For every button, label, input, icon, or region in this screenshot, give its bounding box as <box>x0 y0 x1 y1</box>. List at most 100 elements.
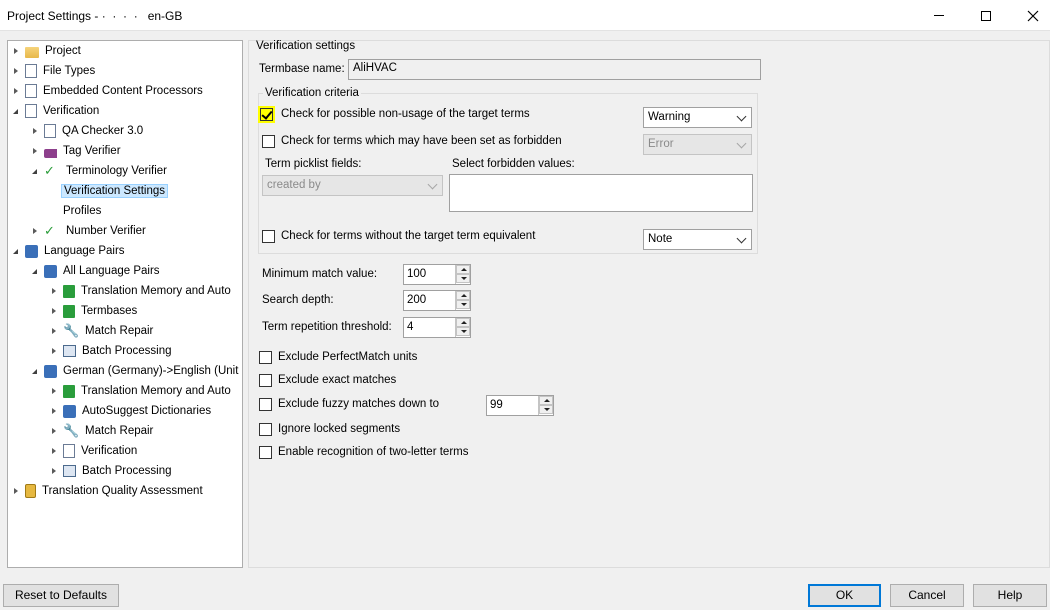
maximize-button[interactable] <box>963 0 1009 31</box>
file-types-icon <box>25 64 37 78</box>
expand-icon[interactable] <box>50 447 59 456</box>
tree-item[interactable]: Translation Memory and Auto <box>50 282 233 300</box>
project-folder-icon <box>25 47 39 58</box>
check-forbidden-checkbox[interactable] <box>262 135 275 148</box>
fuzzy-threshold-stepper[interactable]: 99 <box>486 395 554 416</box>
tree-item[interactable]: ✓ Number Verifier <box>31 222 148 240</box>
decrement-button[interactable] <box>456 300 470 309</box>
increment-button[interactable] <box>456 291 470 300</box>
repetition-stepper[interactable]: 4 <box>403 317 471 338</box>
tree-item-label: Batch Processing <box>82 465 172 477</box>
exclude-perfect-label: Exclude PerfectMatch units <box>278 351 418 363</box>
tree-item[interactable]: Verification <box>12 102 101 120</box>
tree-item[interactable]: Profiles <box>50 202 103 220</box>
collapse-icon[interactable] <box>31 167 40 176</box>
tree-item[interactable]: AutoSuggest Dictionaries <box>50 402 213 420</box>
expand-icon[interactable] <box>12 67 21 76</box>
expand-icon[interactable] <box>50 327 59 336</box>
help-button[interactable]: Help <box>973 584 1047 607</box>
close-button[interactable] <box>1010 0 1050 31</box>
expand-icon[interactable] <box>50 407 59 416</box>
increment-button[interactable] <box>456 265 470 274</box>
no-equivalent-severity-dropdown[interactable]: Note <box>643 229 752 250</box>
tree-item-label: Match Repair <box>85 425 154 437</box>
ok-button[interactable]: OK <box>808 584 881 607</box>
two-letter-checkbox[interactable] <box>259 446 272 459</box>
picklist-dropdown[interactable]: created by <box>262 175 443 196</box>
language-pairs-icon <box>44 264 57 278</box>
tree-item[interactable]: Batch Processing <box>50 462 174 480</box>
translation-memory-icon <box>63 384 75 398</box>
tree-item[interactable]: Embedded Content Processors <box>12 82 205 100</box>
tree-item[interactable]: 🔧 Match Repair <box>50 322 155 340</box>
increment-button[interactable] <box>539 396 553 405</box>
tree-item-label: Terminology Verifier <box>66 165 167 177</box>
tree-item[interactable]: All Language Pairs <box>31 262 162 280</box>
translation-memory-icon <box>63 284 75 298</box>
decrement-button[interactable] <box>456 327 470 336</box>
tree-item[interactable]: Language Pairs <box>12 242 127 260</box>
tree-item[interactable]: Translation Quality Assessment <box>12 482 205 500</box>
exclude-fuzzy-checkbox[interactable] <box>259 398 272 411</box>
verification-criteria-title: Verification criteria <box>263 87 361 99</box>
cancel-button[interactable]: Cancel <box>890 584 964 607</box>
expand-icon[interactable] <box>50 347 59 356</box>
min-match-stepper[interactable]: 100 <box>403 264 471 285</box>
tree-item[interactable]: Verification Settings <box>50 182 169 200</box>
expand-icon[interactable] <box>31 147 40 156</box>
expand-icon[interactable] <box>12 87 21 96</box>
check-non-usage-checkbox[interactable] <box>260 108 273 121</box>
tree-item-label: Language Pairs <box>44 245 125 257</box>
qa-checker-icon <box>44 124 56 138</box>
expand-icon[interactable] <box>50 307 59 316</box>
collapse-icon[interactable] <box>12 247 21 256</box>
forbidden-values-list[interactable] <box>449 174 753 212</box>
tree-item[interactable]: 🔧 Match Repair <box>50 422 155 440</box>
increment-button[interactable] <box>456 318 470 327</box>
number-verifier-icon: ✓ <box>44 223 55 238</box>
collapse-icon[interactable] <box>31 367 40 376</box>
tree-item[interactable]: Verification <box>50 442 139 460</box>
expand-icon[interactable] <box>31 227 40 236</box>
check-non-usage-label: Check for possible non-usage of the targ… <box>281 108 530 120</box>
expand-icon[interactable] <box>31 127 40 136</box>
expand-icon[interactable] <box>50 427 59 436</box>
tree-item[interactable]: Project <box>12 42 83 60</box>
tree-item[interactable]: QA Checker 3.0 <box>31 122 145 140</box>
tree-item[interactable]: Termbases <box>50 302 139 320</box>
forbidden-severity-value: Error <box>648 138 674 150</box>
expand-icon[interactable] <box>12 487 21 496</box>
tree-item[interactable]: ✓ Terminology Verifier <box>31 162 169 180</box>
two-letter-label: Enable recognition of two-letter terms <box>278 446 469 458</box>
tree-item[interactable]: Batch Processing <box>50 342 174 360</box>
non-usage-severity-dropdown[interactable]: Warning <box>643 107 752 128</box>
tree-item-label: AutoSuggest Dictionaries <box>82 405 212 417</box>
exclude-exact-checkbox[interactable] <box>259 374 272 387</box>
chevron-down-icon <box>736 111 747 122</box>
tree-item[interactable]: Translation Memory and Auto <box>50 382 233 400</box>
collapse-icon[interactable] <box>12 107 21 116</box>
expand-icon[interactable] <box>12 47 21 56</box>
search-depth-stepper[interactable]: 200 <box>403 290 471 311</box>
ignore-locked-checkbox[interactable] <box>259 423 272 436</box>
decrement-button[interactable] <box>539 405 553 414</box>
collapse-icon[interactable] <box>31 267 40 276</box>
tree-item-label: QA Checker 3.0 <box>62 125 144 137</box>
minimize-button[interactable] <box>916 0 962 31</box>
language-pairs-icon <box>25 244 38 258</box>
check-no-equivalent-checkbox[interactable] <box>262 230 275 243</box>
expand-icon[interactable] <box>50 467 59 476</box>
batch-processing-icon <box>63 465 76 477</box>
reset-to-defaults-button[interactable]: Reset to Defaults <box>3 584 119 607</box>
decrement-button[interactable] <box>456 274 470 283</box>
termbase-name-field[interactable]: AliHVAC <box>348 59 761 80</box>
tree-item[interactable]: Tag Verifier <box>31 142 123 160</box>
expand-icon[interactable] <box>50 287 59 296</box>
tree-item[interactable]: File Types <box>12 62 97 80</box>
forbidden-severity-dropdown[interactable]: Error <box>643 134 752 155</box>
expand-icon[interactable] <box>50 387 59 396</box>
forbidden-values-label: Select forbidden values: <box>452 158 575 170</box>
exclude-perfect-checkbox[interactable] <box>259 351 272 364</box>
tree-item[interactable]: German (Germany)->English (Unit <box>31 362 240 380</box>
settings-tree: Project File Types Embedded Content Proces… <box>7 40 243 568</box>
